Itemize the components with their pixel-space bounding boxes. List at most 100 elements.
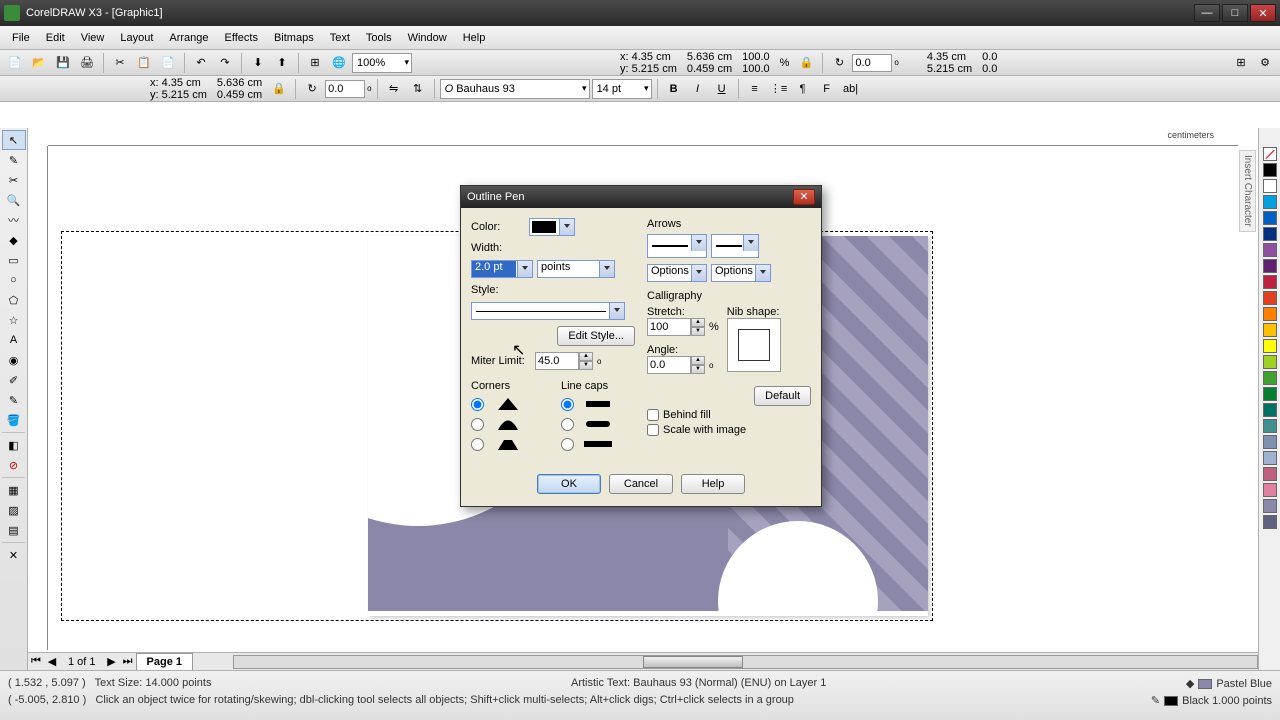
color-swatch[interactable] <box>1263 259 1277 273</box>
color-swatch[interactable] <box>1263 499 1277 513</box>
zoom-tool-icon[interactable]: 🔍 <box>2 190 26 210</box>
print-icon[interactable]: 🖨 <box>76 52 98 74</box>
menu-window[interactable]: Window <box>400 29 455 47</box>
color-swatch[interactable] <box>1263 451 1277 465</box>
menu-effects[interactable]: Effects <box>217 29 266 47</box>
lock-ratio-icon-2[interactable]: 🔒 <box>268 78 290 100</box>
menu-layout[interactable]: Layout <box>112 29 161 47</box>
cap-square-radio[interactable] <box>561 438 574 451</box>
color-swatch[interactable] <box>1263 467 1277 481</box>
shape-tool-icon[interactable]: ✎ <box>2 150 26 170</box>
color-swatch[interactable] <box>1263 483 1277 497</box>
pick-tool-icon[interactable]: ↖ <box>2 130 26 150</box>
menu-file[interactable]: File <box>4 29 38 47</box>
color-swatch[interactable] <box>1263 419 1277 433</box>
mirror-h-icon[interactable]: ⇋ <box>383 78 405 100</box>
app-launcher-icon[interactable]: ⊞ <box>304 52 326 74</box>
dialog-titlebar[interactable]: Outline Pen ✕ <box>461 186 821 208</box>
italic-icon[interactable]: I <box>687 78 709 100</box>
copy-icon[interactable]: 📋 <box>133 52 155 74</box>
smart-fill-icon[interactable]: ◆ <box>2 230 26 250</box>
behind-fill-checkbox[interactable] <box>647 409 659 421</box>
menu-text[interactable]: Text <box>322 29 358 47</box>
miter-limit-spinner[interactable]: ▲▼ <box>535 352 593 370</box>
corner-round-radio[interactable] <box>471 418 484 431</box>
underline-icon[interactable]: U <box>711 78 733 100</box>
lock-ratio-icon[interactable]: 🔒 <box>795 52 817 74</box>
width-unit-dropdown[interactable]: points <box>537 260 615 278</box>
color-swatch[interactable] <box>1263 371 1277 385</box>
fill-swatch[interactable] <box>1198 679 1212 689</box>
color-swatch[interactable] <box>1263 291 1277 305</box>
color-swatch[interactable] <box>1263 179 1277 193</box>
fill-tool-icon[interactable]: 🪣 <box>2 410 26 430</box>
dropcap-icon[interactable]: ¶ <box>792 78 814 100</box>
close-button[interactable]: ✕ <box>1250 4 1276 22</box>
rectangle-tool-icon[interactable]: ▭ <box>2 250 26 270</box>
color-swatch[interactable] <box>1263 195 1277 209</box>
interactive-fill-icon[interactable]: ◧ <box>2 435 26 455</box>
vertical-ruler[interactable] <box>28 146 48 650</box>
minimize-button[interactable]: — <box>1194 4 1220 22</box>
delete-icon[interactable]: ✕ <box>2 545 26 565</box>
corner-bevel-radio[interactable] <box>471 438 484 451</box>
zoom-dropdown[interactable]: 100% <box>352 53 412 73</box>
interactive-blend-icon[interactable]: ◉ <box>2 350 26 370</box>
edit-style-button[interactable]: Edit Style... <box>557 326 635 346</box>
scale-with-image-checkbox[interactable] <box>647 424 659 436</box>
page-tab[interactable]: Page 1 <box>136 653 193 670</box>
mirror-v-icon[interactable]: ⇅ <box>407 78 429 100</box>
insert-character-docker[interactable]: Insert Character <box>1239 150 1256 232</box>
edit-text-icon[interactable]: ab| <box>840 78 862 100</box>
arrow-end-dropdown[interactable] <box>711 234 759 258</box>
align-icon[interactable]: ≡ <box>744 78 766 100</box>
arrow-start-dropdown[interactable] <box>647 234 707 258</box>
no-fill-icon[interactable]: ⊘ <box>2 455 26 475</box>
ellipse-tool-icon[interactable]: ○ <box>2 270 26 290</box>
color-swatch[interactable] <box>1263 339 1277 353</box>
stretch-spinner[interactable]: ▲▼ <box>647 318 705 336</box>
help-button[interactable]: Help <box>681 474 745 494</box>
redo-icon[interactable]: ↷ <box>214 52 236 74</box>
bold-icon[interactable]: B <box>663 78 685 100</box>
width-input[interactable]: 2.0 pt <box>471 260 533 278</box>
ok-button[interactable]: OK <box>537 474 601 494</box>
font-dropdown[interactable]: O Bauhaus 93 <box>440 79 590 99</box>
size-readout-2[interactable]: 5.636 cm0.459 cm <box>217 77 262 101</box>
text-tool-icon[interactable]: A <box>2 330 26 350</box>
export-icon[interactable]: ⬆ <box>271 52 293 74</box>
horizontal-scrollbar[interactable] <box>233 655 1258 669</box>
color-swatch[interactable] <box>1263 323 1277 337</box>
corner-miter-radio[interactable] <box>471 398 484 411</box>
arrow-start-options[interactable]: Options <box>647 264 707 282</box>
style-dropdown[interactable] <box>471 302 625 320</box>
color-swatch[interactable] <box>1263 163 1277 177</box>
color-picker[interactable] <box>529 218 575 236</box>
color-swatch[interactable] <box>1263 387 1277 401</box>
snap-icon[interactable]: ⊞ <box>1230 52 1252 74</box>
color-swatch[interactable] <box>1263 355 1277 369</box>
color-swatch[interactable] <box>1263 211 1277 225</box>
color-swatch[interactable] <box>1263 307 1277 321</box>
menu-edit[interactable]: Edit <box>38 29 73 47</box>
dimension-tool-icon[interactable]: ▤ <box>2 520 26 540</box>
menu-help[interactable]: Help <box>455 29 494 47</box>
polygon-tool-icon[interactable]: ⬠ <box>2 290 26 310</box>
horizontal-ruler[interactable]: centimeters <box>48 128 1238 146</box>
arrow-end-options[interactable]: Options <box>711 264 771 282</box>
next-page-button[interactable]: ▶ <box>104 655 120 668</box>
color-swatch[interactable] <box>1263 435 1277 449</box>
crop-tool-icon[interactable]: ✂ <box>2 170 26 190</box>
smart-drawing-icon[interactable]: ▨ <box>2 500 26 520</box>
prev-page-button[interactable]: ◀ <box>44 655 60 668</box>
basic-shapes-icon[interactable]: ☆ <box>2 310 26 330</box>
rotate-input-2[interactable] <box>325 80 365 98</box>
menu-view[interactable]: View <box>73 29 113 47</box>
color-swatch[interactable] <box>1263 515 1277 529</box>
freehand-tool-icon[interactable]: 〰 <box>2 210 26 230</box>
bullets-icon[interactable]: ⋮≡ <box>768 78 790 100</box>
char-format-icon[interactable]: F <box>816 78 838 100</box>
dialog-close-button[interactable]: ✕ <box>793 189 815 205</box>
mesh-fill-icon[interactable]: ▦ <box>2 480 26 500</box>
color-swatch[interactable] <box>1263 227 1277 241</box>
